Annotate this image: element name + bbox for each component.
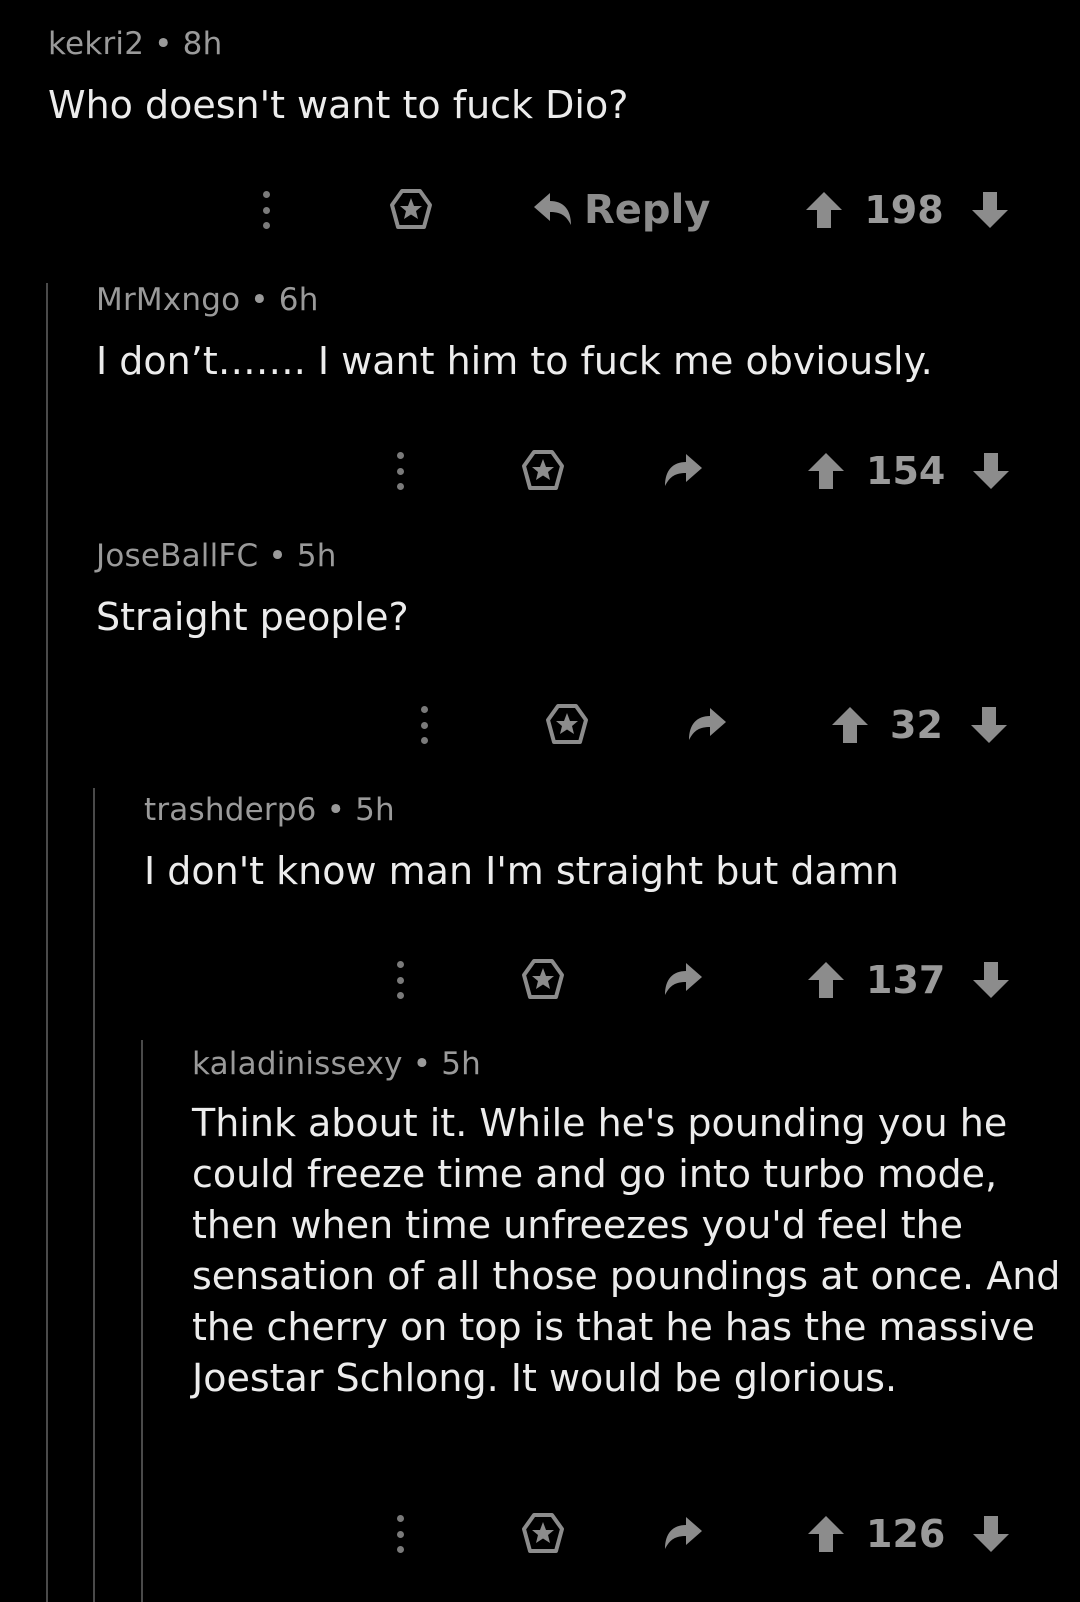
comment-meta: kaladinissexy • 5h — [192, 1046, 481, 1082]
comment-age: 5h — [441, 1046, 481, 1082]
award-button[interactable] — [388, 187, 434, 233]
reply-arrow-icon — [534, 193, 571, 225]
comment-meta: MrMxngo • 6h — [96, 282, 319, 318]
award-star-icon — [522, 959, 564, 999]
award-button[interactable] — [520, 957, 566, 1003]
more-vertical-icon[interactable] — [396, 961, 404, 999]
award-button[interactable] — [544, 702, 590, 748]
downvote-button[interactable] — [971, 1514, 1011, 1554]
meta-separator: • — [268, 538, 287, 574]
vote-score: 198 — [864, 188, 944, 232]
downvote-button[interactable] — [970, 190, 1010, 230]
comment-actions: 32 — [420, 695, 1009, 755]
meta-separator: • — [412, 1046, 432, 1082]
comment-meta: JoseBallFC • 5h — [96, 538, 337, 574]
downvote-arrow-icon — [973, 1516, 1010, 1552]
award-star-icon — [522, 450, 564, 490]
more-vertical-icon[interactable] — [420, 706, 428, 744]
username[interactable]: MrMxngo — [96, 282, 240, 318]
upvote-arrow-icon — [808, 962, 844, 998]
comment-actions: Reply 198 — [262, 180, 1010, 240]
award-star-icon — [546, 704, 588, 744]
upvote-button[interactable] — [804, 190, 844, 230]
reply-button[interactable] — [686, 705, 730, 745]
award-star-icon — [390, 189, 432, 229]
comment-meta: trashderp6 • 5h — [144, 792, 395, 828]
username[interactable]: trashderp6 — [144, 792, 317, 828]
reply-arrow-icon — [665, 963, 702, 995]
downvote-button[interactable] — [971, 960, 1011, 1000]
reply-arrow-icon — [665, 454, 702, 486]
thread-line-level-1[interactable] — [46, 283, 48, 1602]
award-button[interactable] — [520, 448, 566, 494]
more-vertical-icon[interactable] — [262, 191, 270, 229]
upvote-arrow-icon — [832, 707, 868, 743]
award-star-icon — [522, 1513, 564, 1553]
comment-body: I don't know man I'm straight but damn — [144, 849, 899, 893]
downvote-button[interactable] — [969, 705, 1009, 745]
upvote-arrow-icon — [808, 1516, 844, 1552]
comment-age: 5h — [296, 538, 337, 574]
upvote-button[interactable] — [806, 960, 846, 1000]
reply-button[interactable] — [662, 1514, 706, 1554]
reply-label[interactable]: Reply — [584, 187, 710, 233]
thread-line-level-2[interactable] — [93, 788, 95, 1602]
vote-score: 126 — [866, 1512, 946, 1556]
vote-score: 154 — [866, 449, 946, 493]
comment-meta: kekri2 • 8h — [48, 26, 222, 62]
upvote-button[interactable] — [830, 705, 870, 745]
meta-separator: • — [326, 792, 346, 828]
downvote-arrow-icon — [973, 962, 1010, 998]
downvote-arrow-icon — [973, 453, 1010, 489]
vote-score: 32 — [890, 703, 943, 747]
upvote-arrow-icon — [806, 192, 843, 228]
thread-line-level-3[interactable] — [141, 1040, 143, 1602]
downvote-arrow-icon — [971, 192, 1008, 228]
upvote-button[interactable] — [806, 1514, 846, 1554]
username[interactable]: kekri2 — [48, 26, 144, 62]
comment-age: 6h — [278, 282, 319, 318]
comment-body: Who doesn't want to fuck Dio? — [48, 83, 629, 127]
reply-arrow-icon — [689, 708, 726, 740]
comment-body: Think about it. While he's pounding you … — [192, 1101, 1061, 1400]
downvote-button[interactable] — [971, 451, 1011, 491]
reply-button[interactable] — [662, 960, 706, 1000]
upvote-button[interactable] — [806, 451, 846, 491]
username[interactable]: JoseBallFC — [96, 538, 258, 574]
meta-separator: • — [250, 282, 269, 318]
more-vertical-icon[interactable] — [396, 452, 404, 490]
vote-score: 137 — [866, 958, 946, 1002]
upvote-arrow-icon — [808, 453, 844, 489]
more-vertical-icon[interactable] — [396, 1515, 404, 1553]
comment-age: 8h — [182, 26, 223, 62]
reply-button[interactable] — [662, 451, 706, 491]
comment-actions: 154 — [396, 441, 1011, 501]
comment-body: I don’t……. I want him to fuck me obvious… — [96, 339, 933, 383]
reply-arrow-icon — [665, 1517, 702, 1549]
meta-separator: • — [154, 26, 173, 62]
comment-age: 5h — [355, 792, 395, 828]
comment-body: Straight people? — [96, 595, 409, 639]
username[interactable]: kaladinissexy — [192, 1046, 403, 1082]
comment-actions: 137 — [396, 950, 1011, 1010]
downvote-arrow-icon — [970, 707, 1007, 743]
award-button[interactable] — [520, 1511, 566, 1557]
reply-button[interactable]: Reply — [530, 187, 710, 233]
comment-actions: 126 — [396, 1504, 1011, 1564]
